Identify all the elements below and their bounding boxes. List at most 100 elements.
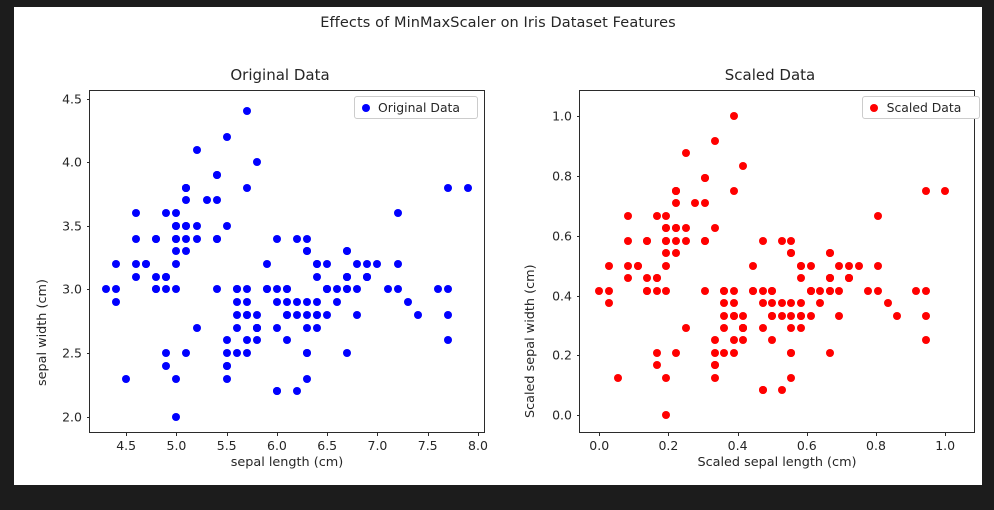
- data-point: [343, 272, 352, 281]
- data-point: [787, 373, 796, 382]
- data-point: [172, 247, 181, 256]
- data-point: [681, 236, 690, 245]
- y-tick-label: 0.8: [552, 168, 572, 184]
- y-tick: [86, 353, 90, 355]
- data-point: [443, 285, 452, 294]
- data-point: [806, 311, 815, 320]
- data-point: [624, 274, 633, 283]
- y-tick: [576, 355, 580, 357]
- data-point: [333, 285, 342, 294]
- data-point: [729, 186, 738, 195]
- data-point: [873, 211, 882, 220]
- y-tick-label: 3.0: [62, 281, 82, 297]
- x-tick: [737, 432, 739, 436]
- data-point: [652, 211, 661, 220]
- data-point: [212, 285, 221, 294]
- data-point: [854, 261, 863, 270]
- data-point: [672, 199, 681, 208]
- y-tick-label: 2.0: [62, 409, 82, 425]
- data-point: [283, 285, 291, 294]
- data-point: [182, 234, 191, 243]
- y-tick: [86, 225, 90, 227]
- y-tick-label: 2.5: [62, 345, 82, 361]
- data-point: [777, 386, 786, 395]
- data-point: [192, 323, 201, 332]
- data-point: [921, 286, 930, 295]
- data-point: [825, 249, 834, 258]
- xlabel-original: sepal length (cm): [230, 455, 344, 470]
- data-point: [242, 349, 251, 358]
- data-point: [222, 374, 231, 383]
- data-point: [662, 261, 671, 270]
- x-tick: [477, 432, 479, 436]
- data-point: [182, 349, 191, 358]
- data-point: [323, 285, 332, 294]
- data-point: [912, 286, 921, 295]
- data-point: [739, 324, 748, 332]
- data-point: [729, 348, 738, 357]
- data-point: [162, 361, 171, 370]
- data-point: [816, 286, 825, 295]
- data-point: [172, 285, 181, 294]
- plot-area-original[interactable]: Original Data 4.5 5.0 5.5 6.0 6.5 7.0 7.5 8.0 2.…: [62, 90, 488, 453]
- data-point: [303, 349, 312, 358]
- data-point: [323, 260, 332, 269]
- data-point: [710, 224, 719, 233]
- legend-scaled[interactable]: Scaled Data: [862, 96, 980, 119]
- x-tick: [176, 432, 178, 436]
- data-point: [797, 261, 806, 270]
- data-point: [283, 298, 291, 307]
- data-point: [152, 234, 161, 243]
- data-point: [739, 336, 748, 345]
- y-tick-label: 0.4: [552, 288, 572, 304]
- data-point: [864, 286, 873, 295]
- data-point: [343, 349, 352, 358]
- data-point: [443, 310, 452, 319]
- x-tick: [276, 432, 278, 436]
- data-point: [393, 285, 402, 294]
- data-point: [393, 209, 402, 218]
- plot-area-scaled[interactable]: Scaled Data 0.0 0.2 0.4 0.6 0.8 1.0 0.0 0.2 0.4 0…: [552, 90, 980, 453]
- data-point: [777, 299, 786, 308]
- x-tick-label: 0.2: [658, 438, 679, 453]
- data-point: [729, 311, 738, 320]
- data-point: [662, 211, 671, 220]
- data-point: [921, 311, 930, 320]
- data-point: [662, 373, 671, 382]
- screenshot-root: Effects of MinMaxScaler on Iris Dataset …: [0, 0, 994, 510]
- data-point: [768, 311, 777, 320]
- data-point: [463, 183, 472, 192]
- data-point: [624, 261, 633, 270]
- data-point: [333, 298, 342, 307]
- data-point: [672, 249, 681, 258]
- y-tick: [86, 98, 90, 100]
- data-point: [132, 209, 141, 218]
- data-point: [393, 260, 402, 269]
- data-point: [413, 310, 422, 319]
- subplot-title-original: Original Data: [230, 66, 330, 84]
- subplot-title-scaled: Scaled Data: [724, 66, 816, 84]
- data-point: [835, 261, 844, 270]
- x-tick-label: 5.5: [216, 438, 237, 453]
- data-point: [122, 374, 131, 383]
- data-point: [604, 286, 613, 295]
- data-point: [252, 323, 261, 332]
- legend-original[interactable]: Original Data: [354, 96, 478, 119]
- data-point: [748, 286, 757, 295]
- data-point: [710, 336, 719, 345]
- data-point: [700, 236, 709, 245]
- data-point: [845, 274, 854, 283]
- data-point: [192, 145, 201, 154]
- x-tick: [377, 432, 379, 436]
- data-point: [739, 311, 748, 320]
- x-tick-label: 0.8: [866, 438, 886, 453]
- data-point: [272, 298, 281, 307]
- data-point: [202, 196, 211, 205]
- data-point: [729, 336, 738, 345]
- data-point: [845, 261, 854, 270]
- y-tick: [86, 162, 90, 164]
- data-point: [720, 286, 729, 295]
- data-point: [313, 323, 322, 332]
- data-point: [797, 311, 806, 320]
- data-point: [272, 234, 281, 243]
